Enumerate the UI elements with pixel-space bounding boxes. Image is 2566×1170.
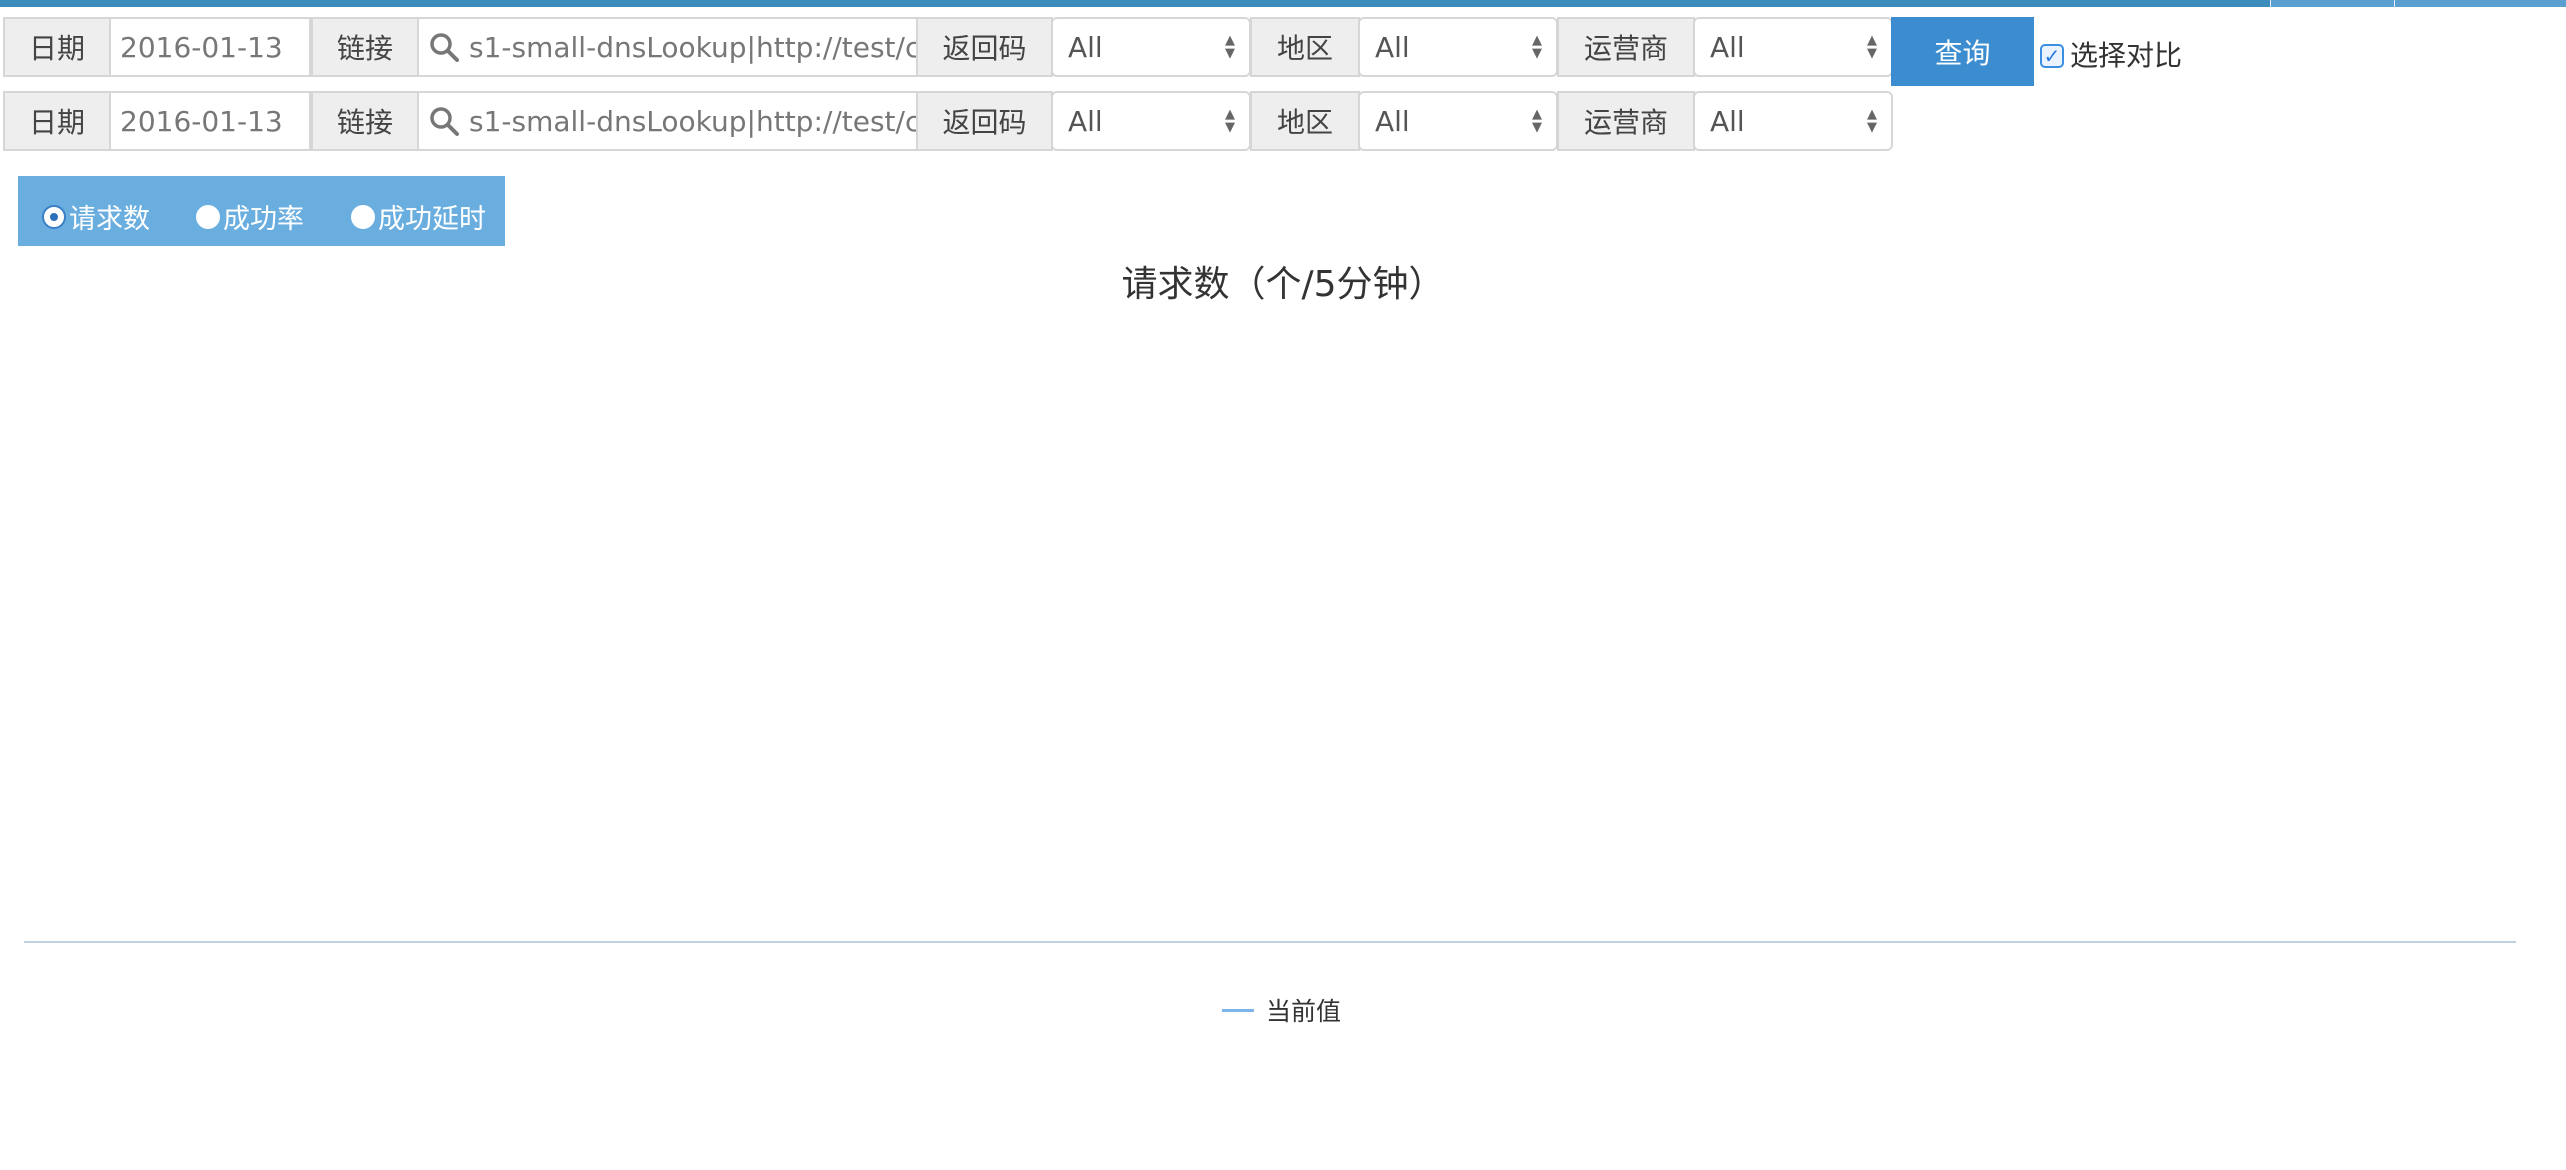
isp-label: 运营商 <box>1557 17 1695 77</box>
isp-value: All <box>1710 30 1745 64</box>
region-select[interactable]: All ▲ ▼ <box>1358 17 1558 77</box>
select-arrows-icon: ▲ ▼ <box>1867 33 1877 61</box>
legend-label: 当前值 <box>1266 997 1342 1026</box>
radio-icon[interactable] <box>351 204 375 229</box>
chart-legend[interactable]: 当前值 <box>1222 992 1341 1028</box>
return-code-select[interactable]: All ▲ ▼ <box>1051 91 1251 151</box>
search-icon <box>430 107 459 136</box>
return-code-value: All <box>1068 30 1103 64</box>
isp-value: All <box>1710 104 1745 138</box>
return-code-label: 返回码 <box>916 17 1053 77</box>
metric-option-requests[interactable]: 请求数 <box>42 197 150 236</box>
metric-option-success-latency[interactable]: 成功延时 <box>351 197 486 236</box>
date-label: 日期 <box>3 17 111 77</box>
date-input[interactable]: 2016-01-13 <box>109 91 311 151</box>
return-code-value: All <box>1068 104 1103 138</box>
checkbox-checked-icon[interactable]: ✓ <box>2040 44 2064 68</box>
top-accent-bar <box>0 0 2566 7</box>
search-icon <box>430 33 459 62</box>
date-label: 日期 <box>3 91 111 151</box>
compare-toggle[interactable]: ✓ 选择对比 <box>2040 34 2182 74</box>
metric-label: 成功率 <box>223 204 304 235</box>
metric-selector: 请求数 成功率 成功延时 <box>18 176 505 246</box>
compare-label: 选择对比 <box>2070 39 2183 72</box>
return-code-select[interactable]: All ▲ ▼ <box>1051 17 1251 77</box>
region-value: All <box>1375 30 1410 64</box>
top-bar-segment <box>2394 0 2566 7</box>
link-value: s1-small-dnsLookup|http://test/cc <box>469 104 917 138</box>
link-value: s1-small-dnsLookup|http://test/cc <box>469 30 917 64</box>
select-arrows-icon: ▲ ▼ <box>1225 107 1235 135</box>
link-search-input[interactable]: s1-small-dnsLookup|http://test/cc <box>417 17 919 77</box>
metric-label: 成功延时 <box>378 204 486 235</box>
region-select[interactable]: All ▲ ▼ <box>1358 91 1558 151</box>
link-search-input[interactable]: s1-small-dnsLookup|http://test/cc <box>417 91 919 151</box>
metric-option-success-rate[interactable]: 成功率 <box>196 197 304 236</box>
date-input[interactable]: 2016-01-13 <box>109 17 311 77</box>
metric-label: 请求数 <box>69 204 150 235</box>
select-arrows-icon: ▲ ▼ <box>1225 33 1235 61</box>
isp-select[interactable]: All ▲ ▼ <box>1693 17 1893 77</box>
legend-line-icon <box>1222 1008 1254 1012</box>
isp-label: 运营商 <box>1557 91 1695 151</box>
select-arrows-icon: ▲ ▼ <box>1867 107 1877 135</box>
top-bar-segment <box>2270 0 2395 7</box>
region-label: 地区 <box>1250 17 1360 77</box>
query-button[interactable]: 查询 <box>1891 17 2034 86</box>
region-value: All <box>1375 104 1410 138</box>
return-code-label: 返回码 <box>916 91 1053 151</box>
select-arrows-icon: ▲ ▼ <box>1532 107 1542 135</box>
link-label: 链接 <box>311 91 419 151</box>
link-label: 链接 <box>311 17 419 77</box>
region-label: 地区 <box>1250 91 1360 151</box>
isp-select[interactable]: All ▲ ▼ <box>1693 91 1893 151</box>
select-arrows-icon: ▲ ▼ <box>1532 33 1542 61</box>
radio-icon[interactable] <box>196 204 220 229</box>
chart-plot-area <box>24 941 2516 943</box>
radio-selected-icon[interactable] <box>42 204 66 229</box>
